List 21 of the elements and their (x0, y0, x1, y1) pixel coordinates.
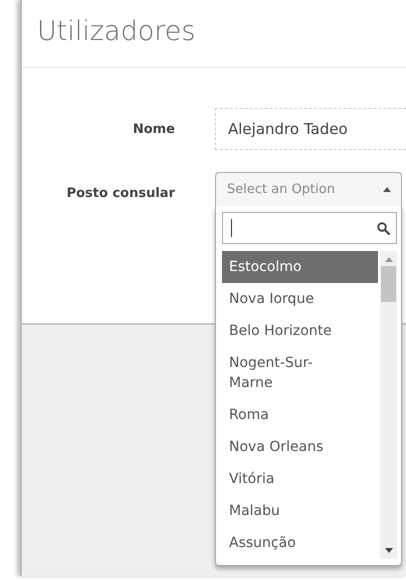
scroll-thumb[interactable] (381, 266, 396, 302)
dropdown-option[interactable]: Roma (222, 399, 378, 431)
text-cursor (231, 219, 232, 237)
dropdown-option[interactable]: Assunção (222, 527, 378, 559)
field-label: Nome (132, 121, 175, 139)
dropdown-option[interactable]: Nova Iorque (222, 283, 378, 315)
page-title: Utilizadores (37, 15, 196, 49)
dropdown-option[interactable]: Vitória (222, 463, 378, 495)
caret-up-icon (383, 187, 391, 192)
search-icon (377, 222, 390, 234)
search-field[interactable] (222, 212, 397, 244)
field-label: Posto consular (66, 185, 175, 203)
dropdown-option[interactable]: Malabu (222, 495, 378, 527)
scroll-down-icon[interactable] (384, 548, 392, 553)
scroll-up-icon[interactable] (384, 257, 392, 262)
name-field[interactable]: Alejandro Tadeo (215, 108, 406, 150)
dropdown-option[interactable]: Belo Horizonte (222, 315, 378, 347)
scrollbar[interactable] (380, 251, 397, 559)
dropdown-option[interactable]: Estocolmo (222, 251, 378, 283)
dropdown-option[interactable]: Nova Orleans (222, 431, 378, 463)
dropdown-option[interactable]: Nogent-Sur-Marne (222, 347, 378, 399)
